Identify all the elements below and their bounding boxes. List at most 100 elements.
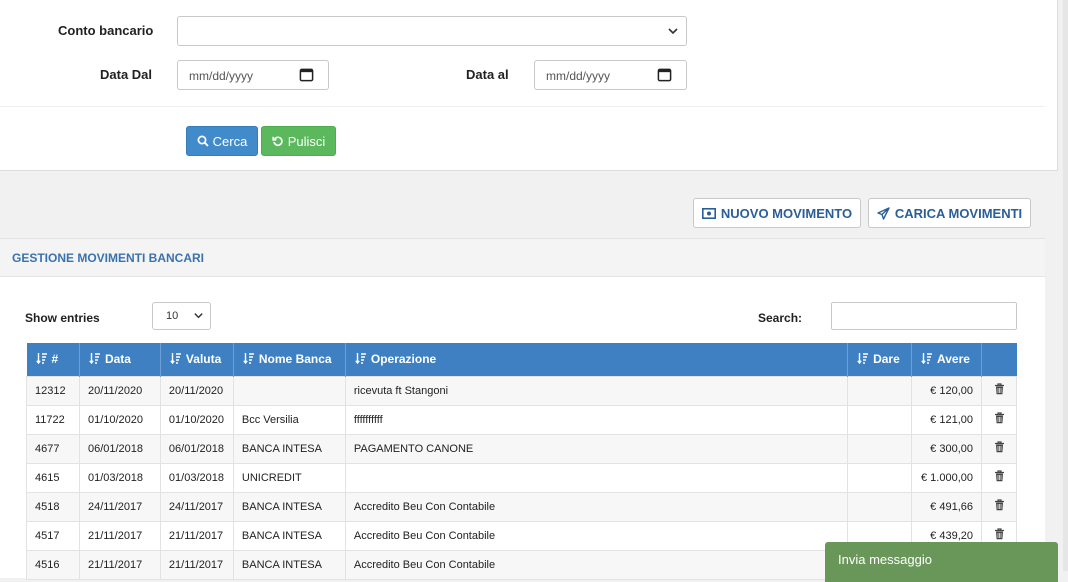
cell-banca: BANCA INTESA <box>232 549 346 580</box>
trash-icon[interactable] <box>994 441 1005 453</box>
cell-operazione: Accredito Beu Con Contabile <box>344 491 849 522</box>
data-al-label: Data al <box>466 67 509 82</box>
cell-actions <box>981 462 1017 493</box>
cell-valuta: 20/11/2020 <box>159 375 234 406</box>
cell-operazione: ricevuta ft Stangoni <box>344 375 849 406</box>
cell-operazione: Accredito Beu Con Contabile <box>344 520 849 551</box>
send-icon <box>877 206 890 220</box>
search-button-label: Cerca <box>212 133 248 149</box>
table-row[interactable]: 4677 06/01/2018 06/01/2018 BANCA INTESA PAGA… <box>26 433 1017 464</box>
cell-valuta: 01/10/2020 <box>159 404 234 435</box>
cell-id: 11722 <box>26 404 80 435</box>
table-row[interactable]: 11722 01/10/2020 01/10/2020 Bcc Versilia fff… <box>26 404 1017 435</box>
cell-banca: BANCA INTESA <box>232 491 346 522</box>
cell-dare <box>847 375 913 406</box>
cell-actions <box>981 404 1017 435</box>
send-message-widget[interactable]: Invia messaggio <box>825 542 1058 582</box>
trash-icon[interactable] <box>994 528 1005 540</box>
column-header-id[interactable]: # <box>26 343 80 376</box>
trash-icon[interactable] <box>994 470 1005 482</box>
cell-data: 20/11/2020 <box>78 375 161 406</box>
data-al-placeholder: mm/dd/yyyy <box>546 69 611 83</box>
trash-icon[interactable] <box>994 412 1005 424</box>
cell-banca: BANCA INTESA <box>232 520 346 551</box>
search-button[interactable]: Cerca <box>186 126 258 156</box>
cell-avere: € 120,00 <box>911 375 982 406</box>
conto-bancario-select[interactable] <box>177 16 687 46</box>
conto-bancario-label: Conto bancario <box>58 23 154 38</box>
cell-actions <box>981 491 1017 522</box>
data-dal-input[interactable]: mm/dd/yyyy <box>177 60 329 90</box>
trash-icon[interactable] <box>994 383 1005 395</box>
clear-button[interactable]: Pulisci <box>261 126 336 156</box>
data-dal-placeholder: mm/dd/yyyy <box>189 69 254 83</box>
entries-value: 10 <box>166 310 179 322</box>
column-label: Dare <box>873 352 900 367</box>
cell-dare <box>847 491 913 522</box>
cell-data: 21/11/2017 <box>78 549 161 580</box>
column-header-operazione[interactable]: Operazione <box>345 343 849 376</box>
table-search-input[interactable] <box>831 302 1017 330</box>
cell-valuta: 21/11/2017 <box>159 520 234 551</box>
cell-operazione: ffffffffff <box>344 404 849 435</box>
data-al-input[interactable]: mm/dd/yyyy <box>534 60 687 90</box>
cell-id: 4677 <box>26 433 80 464</box>
column-header-nome-banca[interactable]: Nome Banca <box>233 343 346 376</box>
filter-panel: Conto bancario Data Dal mm/dd/yyyy Data … <box>0 0 1058 171</box>
entries-select[interactable]: 10 <box>152 302 211 330</box>
cell-dare <box>847 462 913 493</box>
column-label: Avere <box>937 352 970 367</box>
column-label: Operazione <box>370 352 437 367</box>
calendar-icon[interactable] <box>657 67 672 82</box>
cell-banca: UNICREDIT <box>232 462 346 493</box>
chevron-down-icon <box>194 313 203 319</box>
scrollbar[interactable] <box>1063 0 1068 571</box>
sort-icon <box>243 353 254 365</box>
sort-icon <box>89 353 100 365</box>
cell-operazione: Accredito Beu Con Contabile <box>344 549 849 580</box>
cell-avere: € 1.000,00 <box>911 462 982 493</box>
sort-icon <box>355 353 366 365</box>
calendar-icon[interactable] <box>299 67 314 82</box>
table-row[interactable]: 12312 20/11/2020 20/11/2020 ricevuta ft Sta… <box>26 375 1017 406</box>
chevron-down-icon <box>668 28 678 35</box>
cell-valuta: 01/03/2018 <box>159 462 234 493</box>
sort-icon <box>170 353 181 365</box>
refresh-icon <box>271 136 283 146</box>
panel-header: GESTIONE MOVIMENTI BANCARI <box>0 239 1045 277</box>
cell-id: 12312 <box>26 375 80 406</box>
table-row[interactable]: 4518 24/11/2017 24/11/2017 BANCA INTESA Accr… <box>26 491 1017 522</box>
cell-id: 4516 <box>26 549 80 580</box>
search-label: Search: <box>758 311 803 325</box>
cell-data: 21/11/2017 <box>78 520 161 551</box>
cell-actions <box>981 375 1017 406</box>
column-header-valuta[interactable]: Valuta <box>160 343 234 376</box>
column-label: Nome Banca <box>258 352 332 367</box>
column-header-data[interactable]: Data <box>79 343 161 376</box>
column-header-dare[interactable]: Dare <box>847 343 913 376</box>
sort-icon <box>921 353 933 365</box>
movements-panel: GESTIONE MOVIMENTI BANCARI Show entries … <box>0 238 1045 580</box>
cell-operazione: PAGAMENTO CANONE <box>344 433 849 464</box>
upload-movements-button[interactable]: CARICA MOVIMENTI <box>868 198 1031 228</box>
column-header-avere[interactable]: Avere <box>911 343 982 376</box>
cell-operazione <box>344 462 849 493</box>
cell-banca <box>232 375 346 406</box>
data-dal-label: Data Dal <box>100 67 153 82</box>
new-movement-button[interactable]: NUOVO MOVIMENTO <box>693 198 861 228</box>
trash-icon[interactable] <box>994 499 1005 511</box>
show-entries-label: Show entries <box>25 311 100 325</box>
cell-avere: € 121,00 <box>911 404 982 435</box>
money-icon <box>701 207 716 219</box>
search-icon <box>197 135 209 147</box>
table-header-row: # Data Valuta Nome Banca Operazione Dare Avere <box>26 343 1017 376</box>
clear-button-label: Pulisci <box>287 133 326 149</box>
send-message-label: Invia messaggio <box>838 552 932 567</box>
cell-valuta: 21/11/2017 <box>159 549 234 580</box>
sort-icon <box>35 353 47 365</box>
table-row[interactable]: 4615 01/03/2018 01/03/2018 UNICREDIT € 1.000… <box>26 462 1017 493</box>
cell-avere: € 300,00 <box>911 433 982 464</box>
cell-data: 01/03/2018 <box>78 462 161 493</box>
cell-data: 24/11/2017 <box>78 491 161 522</box>
cell-data: 01/10/2020 <box>78 404 161 435</box>
